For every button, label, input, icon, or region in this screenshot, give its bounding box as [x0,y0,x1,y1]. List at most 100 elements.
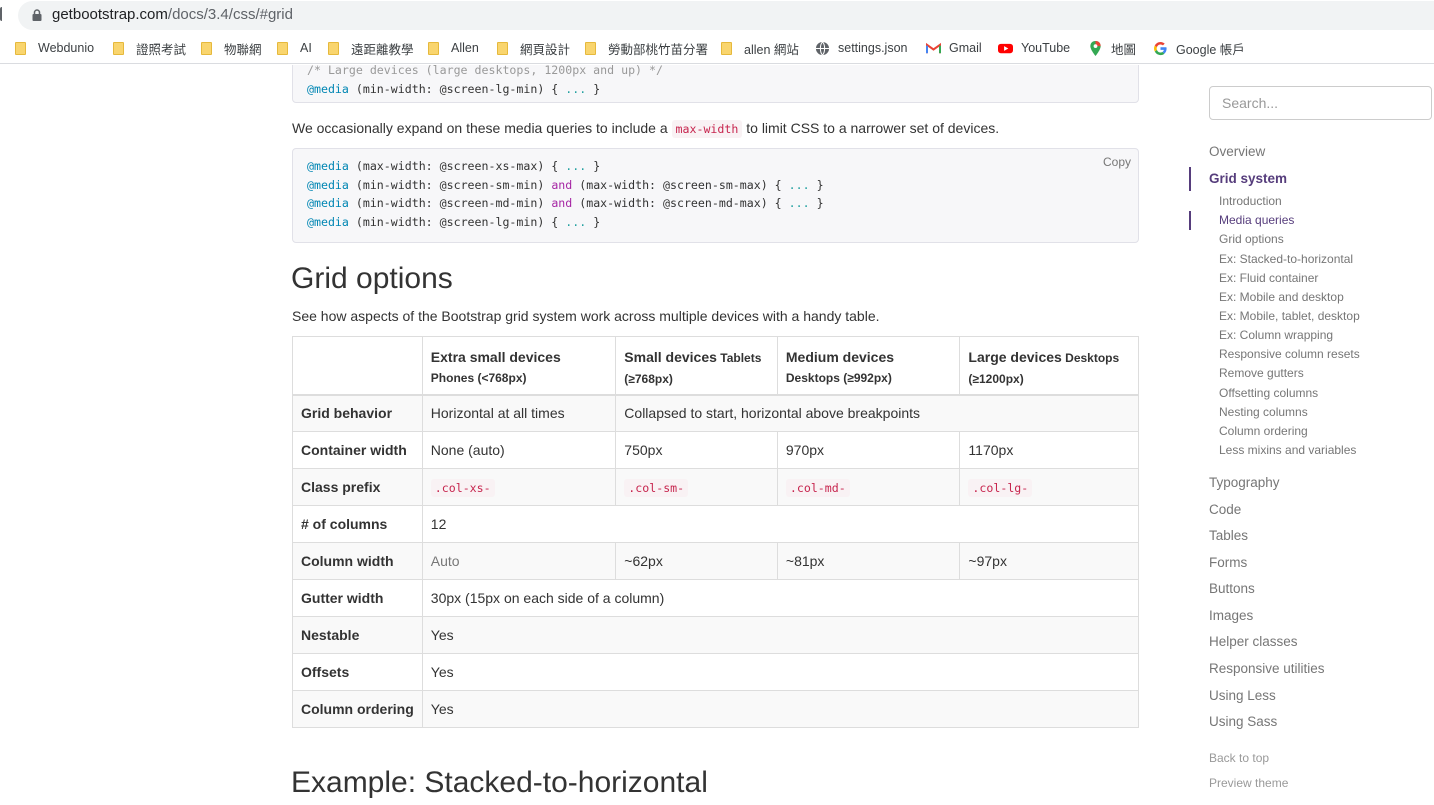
bookmark-remote-teaching[interactable]: 遠距離教學 [328,39,414,57]
bookmark-labor-ministry[interactable]: 勞動部桃竹苗分署 [585,39,708,57]
preview-theme-link[interactable]: Preview theme [1209,776,1288,790]
active-subitem-indicator [1189,211,1191,230]
bookmark-gmail[interactable]: Gmail [926,39,982,57]
table-cell: Horizontal at all times [421,394,617,432]
header-sub: (≥768px) [624,372,673,386]
sidebar-item-forms[interactable]: Forms [1209,555,1247,570]
sidebar-subitem-media-queries[interactable]: Media queries [1219,213,1294,227]
sidebar-subitem[interactable]: Remove gutters [1219,366,1304,380]
code-text: (min-width: @screen-md-min) [348,196,552,211]
table-cell: Yes [421,653,1140,691]
table-header-sm: Small devices Tablets (≥768px) [615,336,778,395]
header-sub: Desktops (≥992px) [785,371,892,385]
sidebar-item-typography[interactable]: Typography [1209,475,1280,490]
grid-options-table: Extra small devices Phones (<768px) Small… [292,336,1140,728]
table-header-empty [292,336,423,395]
youtube-icon [998,43,1013,53]
sidebar-subitem[interactable]: Responsive column resets [1219,347,1360,361]
code-text: } [586,159,601,173]
sidebar-item-grid-system[interactable]: Grid system [1209,171,1287,186]
sidebar-item-code[interactable]: Code [1209,502,1241,517]
header-inline: Tablets [716,351,762,365]
copy-button[interactable]: Copy [1103,153,1131,172]
row-label: Offsets [292,653,423,691]
code-keyword-and: and [551,196,573,211]
active-section-indicator [1189,167,1191,191]
sidebar-subitem[interactable]: Ex: Mobile and desktop [1219,290,1344,304]
url-host: getbootstrap.com [52,6,168,23]
row-label: Class prefix [292,468,423,506]
url-path: /docs/3.4/css/#grid [167,6,293,23]
sidebar-item-using-sass[interactable]: Using Sass [1209,714,1277,729]
sidebar-subitem[interactable]: Ex: Fluid container [1219,271,1318,285]
bookmark-web-design[interactable]: 網頁設計 [497,39,570,57]
sidebar-subitem[interactable]: Introduction [1219,194,1282,208]
bookmark-google-account[interactable]: Google 帳戶 [1153,39,1245,57]
sidebar-item-helper-classes[interactable]: Helper classes [1209,634,1298,649]
bookmark-label: YouTube [1021,41,1071,55]
sidebar-item-overview[interactable]: Overview [1209,144,1265,159]
table-row: Container width None (auto) 750px 970px … [292,431,1139,469]
back-to-top-link[interactable]: Back to top [1209,751,1269,765]
code-text: } [586,214,601,229]
bookmark-label: allen 網站 [744,42,799,57]
sidebar-subitem[interactable]: Less mixins and variables [1219,443,1356,457]
url-text[interactable]: getbootstrap.com/docs/3.4/css/#grid [52,6,293,23]
code-dots: ... [565,159,587,173]
table-row: Column width Auto ~62px ~81px ~97px [292,542,1139,580]
sidebar-subitem[interactable]: Ex: Column wrapping [1219,328,1333,342]
table-cell: 1170px [959,431,1139,469]
bookmark-label: Webdunio [38,41,95,55]
bookmark-youtube[interactable]: YouTube [998,39,1070,57]
sidebar-subitem[interactable]: Offsetting columns [1219,386,1318,400]
row-label: Grid behavior [292,394,423,432]
code-keyword: @media [307,196,349,211]
code-keyword: @media [307,81,349,96]
bookmark-label: settings.json [838,41,908,55]
table-cell: None (auto) [421,431,617,469]
sidebar-subitem[interactable]: Ex: Stacked-to-horizontal [1219,252,1353,266]
maps-icon [1090,40,1101,56]
sidebar-item-images[interactable]: Images [1209,608,1253,623]
bookmark-iot[interactable]: 物聯網 [201,39,262,57]
bookmark-webdunio[interactable]: Webdunio [15,39,94,57]
sidebar-subitem[interactable]: Column ordering [1219,424,1308,438]
lock-icon[interactable] [32,9,42,21]
header-sub: (≥1200px) [968,372,1024,386]
sidebar-subitem[interactable]: Ex: Mobile, tablet, desktop [1219,309,1360,323]
note-text-before: We occasionally expand on these media qu… [292,120,672,136]
sidebar-item-tables[interactable]: Tables [1209,528,1248,543]
reload-icon[interactable] [0,7,4,21]
table-cell: .col-lg- [959,468,1139,506]
table-cell: Auto [421,542,617,580]
table-header-row: Extra small devices Phones (<768px) Small… [292,336,1139,395]
sidebar-item-buttons[interactable]: Buttons [1209,581,1255,596]
code-dots: ... [565,214,587,229]
address-bar: getbootstrap.com/docs/3.4/css/#grid [0,0,1434,31]
sidebar-item-using-less[interactable]: Using Less [1209,688,1276,703]
bookmark-label: 遠距離教學 [351,42,414,57]
bookmark-ai[interactable]: AI [277,39,312,57]
header-title: Large devices [968,349,1062,365]
header-sub: Phones (<768px) [430,371,527,385]
table-row: # of columns 12 [292,505,1140,543]
bookmark-maps[interactable]: 地圖 [1088,39,1136,57]
note-text-after: to limit CSS to a narrower set of device… [742,120,1000,136]
bookmark-certification[interactable]: 證照考試 [113,39,186,57]
search-input[interactable] [1209,86,1432,120]
media-queries-note: We occasionally expand on these media qu… [292,120,1000,138]
code-block-media-queries: Copy @media (max-width: @screen-xs-max) {… [292,148,1139,243]
sidebar-item-responsive-utilities[interactable]: Responsive utilities [1209,661,1325,676]
grid-options-heading: Grid options [291,262,453,295]
bookmark-allen-site[interactable]: allen 網站 [721,39,799,57]
sidebar-subitem[interactable]: Grid options [1219,232,1284,246]
code-keyword: @media [307,214,349,229]
table-row: Grid behavior Horizontal at all times Co… [292,394,1139,432]
grid-options-intro: See how aspects of the Bootstrap grid sy… [292,308,880,324]
table-cell: .col-sm- [615,468,778,506]
folder-icon [277,41,288,55]
sidebar-subitem[interactable]: Nesting columns [1219,405,1308,419]
bookmark-label: AI [300,41,312,55]
bookmark-allen[interactable]: Allen [428,39,479,57]
bookmark-settings-json[interactable]: settings.json [815,39,907,57]
